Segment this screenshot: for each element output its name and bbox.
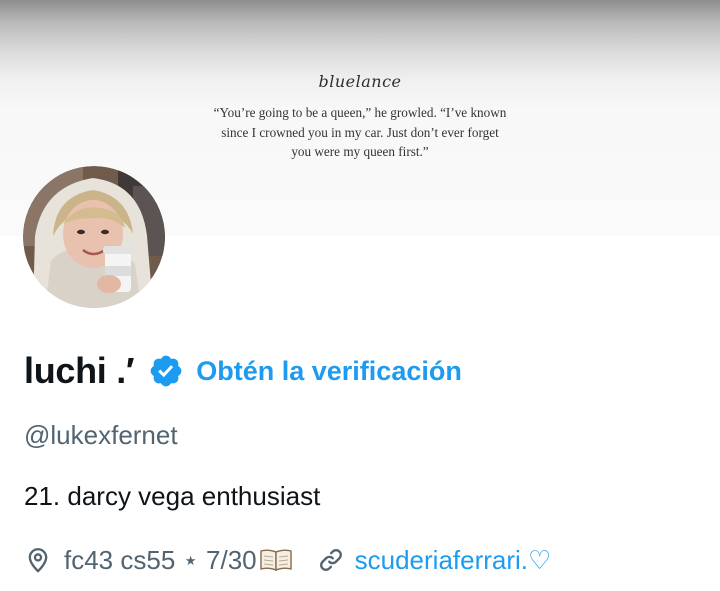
profile-page: bluelance “You’re going to be a queen,” … xyxy=(0,0,720,591)
display-name: luchi .′ xyxy=(24,350,135,391)
profile-meta-row: fc43 cs55 ⋆ 7/30 scuderiaferrari.♡ xyxy=(24,542,551,578)
bio-text: 21. darcy vega enthusiast xyxy=(24,481,321,511)
get-verified-link[interactable]: Obtén la verificación xyxy=(196,356,462,387)
website-link[interactable]: scuderiaferrari.♡ xyxy=(317,545,552,576)
link-icon xyxy=(317,546,345,574)
name-row: luchi .′ Obtén la verificación xyxy=(24,348,462,394)
location-pin-icon xyxy=(24,546,52,574)
banner-quote-line: you were my queen first.” xyxy=(291,144,429,159)
banner-quote: “You’re going to be a queen,” he growled… xyxy=(150,103,570,162)
open-book-icon xyxy=(259,548,293,572)
avatar-photo xyxy=(23,166,165,308)
banner-signature: bluelance xyxy=(318,72,402,91)
user-handle: @lukexfernet xyxy=(24,420,178,450)
website-link-text[interactable]: scuderiaferrari.♡ xyxy=(355,545,552,576)
verified-badge-icon[interactable] xyxy=(148,353,184,389)
banner-quote-line: since I crowned you in my car. Just don’… xyxy=(221,124,499,140)
location-text: fc43 cs55 ⋆ 7/30 xyxy=(64,544,257,575)
avatar[interactable] xyxy=(23,166,165,308)
banner-quote-line: “You’re going to be a queen,” he growled… xyxy=(213,105,507,120)
